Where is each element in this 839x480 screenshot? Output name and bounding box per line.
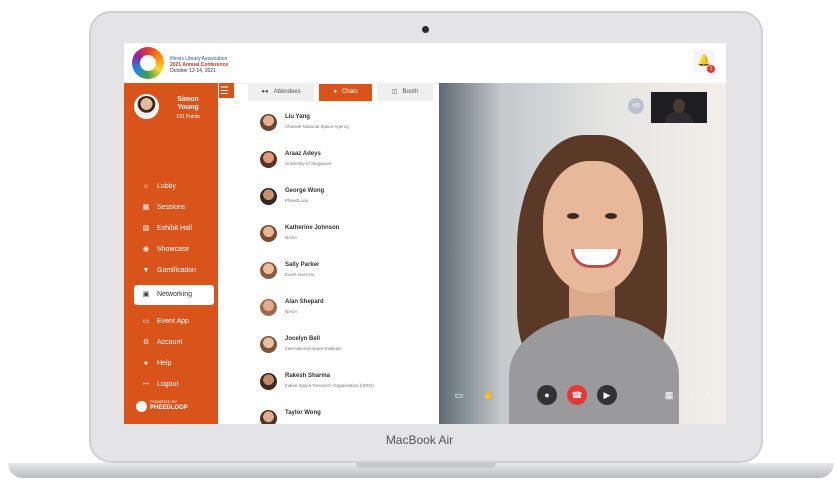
store-icon: ▧ xyxy=(142,225,150,232)
participant-initials: HD xyxy=(628,98,644,114)
tab-booth[interactable]: ◫ Booth xyxy=(377,84,433,101)
avatar xyxy=(260,373,277,390)
hamburger-menu-icon[interactable]: ☰ xyxy=(220,87,229,97)
sidebar-item-lobby[interactable]: ⌂ Lobby xyxy=(134,177,214,197)
sidebar-item-networking[interactable]: ▣ Networking xyxy=(134,285,214,305)
raise-hand-icon[interactable]: ✋ xyxy=(479,385,499,405)
sidebar-item-event-app[interactable]: ▭ Event App xyxy=(134,312,214,332)
avatar xyxy=(260,410,277,424)
avatar xyxy=(260,262,277,279)
webcam-icon xyxy=(422,26,429,33)
list-item[interactable]: Katherine Johnson NASA xyxy=(244,216,434,253)
conference-info: Illinois Library Association 2021 Annual… xyxy=(170,56,228,74)
sidebar: Simon Young 191 Points ⌂ Lobby ▦ Sessions … xyxy=(124,83,218,424)
end-call-icon[interactable]: ☎ xyxy=(567,385,587,405)
trophy-icon: ▼ xyxy=(142,267,150,274)
chat-icon: ▣ xyxy=(142,291,150,298)
user-name: Simon Young xyxy=(177,96,199,111)
app-screen: Illinois Library Association 2021 Annual… xyxy=(124,43,726,424)
camera-icon[interactable]: ▶ xyxy=(597,385,617,405)
sidebar-item-gamification[interactable]: ▼ Gamification xyxy=(134,261,214,281)
list-item[interactable]: Sally Parker Event Host Inc. xyxy=(244,253,434,290)
tab-attendees[interactable]: ●● Attendees xyxy=(248,84,314,101)
networking-tabs: ●● Attendees ● Chats ◫ Booth xyxy=(248,84,433,101)
booth-icon: ◫ xyxy=(391,89,398,95)
users-icon: ●● xyxy=(261,89,269,95)
sidebar-item-logout[interactable]: ↦ Logout xyxy=(134,375,214,395)
avatar xyxy=(260,114,277,131)
avatar xyxy=(260,299,277,316)
logout-icon: ↦ xyxy=(143,381,149,388)
user-profile[interactable]: Simon Young 191 Points xyxy=(134,94,218,124)
avatar xyxy=(260,151,277,168)
info-icon: ● xyxy=(143,360,149,367)
contact-list: Liu Yang Chinese National Space Agency Ar… xyxy=(244,105,434,424)
list-item[interactable]: Taylor Wong xyxy=(244,401,434,424)
list-item[interactable]: Rakesh Sharma Indian Space Research Organ… xyxy=(244,364,434,401)
avatar xyxy=(134,94,159,119)
notification-badge: 1 xyxy=(707,65,715,73)
list-item[interactable]: Liu Yang Chinese National Space Agency xyxy=(244,105,434,142)
avatar xyxy=(260,188,277,205)
tab-chats[interactable]: ● Chats xyxy=(319,84,372,101)
sidebar-item-showcase[interactable]: ◉ Showcase xyxy=(134,240,214,260)
top-bar: Illinois Library Association 2021 Annual… xyxy=(124,43,726,84)
user-points: 191 Points xyxy=(176,114,200,120)
more-options-icon[interactable]: ⋮ xyxy=(687,385,699,405)
self-view[interactable] xyxy=(651,92,707,123)
medal-icon: ◉ xyxy=(142,246,150,253)
conference-dates: October 12-14, 2021 xyxy=(170,68,216,74)
calendar-icon: ▦ xyxy=(142,204,150,211)
gear-icon: ⚙ xyxy=(142,339,150,346)
laptop-brand: MacBook Air xyxy=(385,433,454,447)
laptop-notch xyxy=(356,463,496,468)
sidebar-item-sessions[interactable]: ▦ Sessions xyxy=(134,198,214,218)
list-item[interactable]: Alan Shepard NASA xyxy=(244,290,434,327)
list-item[interactable]: George Wong PheedLoop xyxy=(244,179,434,216)
chevron-right-icon[interactable]: › xyxy=(703,385,713,405)
chat-icon: ● xyxy=(333,89,337,95)
avatar xyxy=(260,225,277,242)
pheedloop-icon xyxy=(136,401,147,412)
phone-icon: ▭ xyxy=(142,318,150,325)
list-item[interactable]: Araaz Adeys University of Singapore xyxy=(244,142,434,179)
avatar xyxy=(260,336,277,353)
conference-logo[interactable] xyxy=(132,47,164,79)
sidebar-item-account[interactable]: ⚙ Account xyxy=(134,333,214,353)
home-icon: ⌂ xyxy=(143,183,149,190)
microphone-icon[interactable]: ● xyxy=(537,385,557,405)
list-item[interactable]: Jocelyn Bell International Space Institut… xyxy=(244,327,434,364)
sidebar-item-exhibit-hall[interactable]: ▧ Exhibit Hall xyxy=(134,219,214,239)
screen-share-icon[interactable]: ▭ xyxy=(449,385,469,405)
video-call: HD ▭ ✋ ● ☎ ▶ ▦ ⋮ › xyxy=(439,83,726,424)
sidebar-item-help[interactable]: ● Help xyxy=(134,354,214,374)
grid-view-icon[interactable]: ▦ xyxy=(659,385,679,405)
